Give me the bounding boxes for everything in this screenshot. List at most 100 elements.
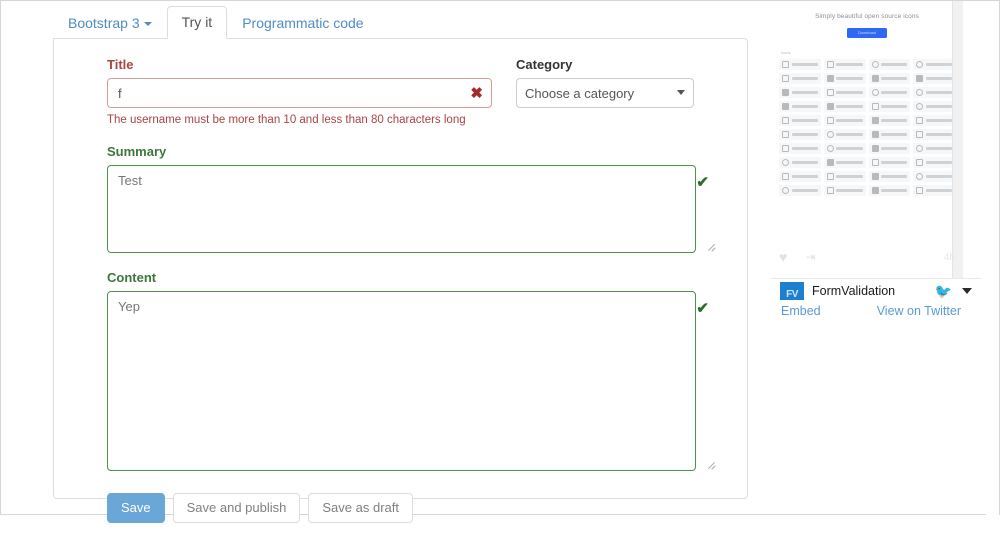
icon-label-placeholder [791,161,818,164]
icon-grid-item[interactable] [913,115,955,126]
generic-icon [871,117,879,124]
promo-download-button[interactable]: Download [847,28,887,38]
promo-scrollbar-thumb[interactable] [954,1,962,59]
resize-handle[interactable] [706,458,716,468]
twitter-account-name[interactable]: FormValidation [812,284,895,298]
generic-icon [826,103,834,110]
icon-grid-item[interactable] [868,185,911,196]
promo-tagline: Simply beautiful open source icons [815,13,919,20]
icon-grid-item[interactable] [868,157,911,168]
summary-textarea[interactable]: Test [107,165,696,253]
icon-grid-item[interactable] [779,129,821,140]
icon-grid-item[interactable] [913,59,955,70]
embed-link[interactable]: Embed [781,304,821,318]
share-icon[interactable]: ⇥ [805,251,815,263]
icon-label-placeholder [791,91,818,94]
icon-grid-item[interactable] [779,115,821,126]
tweet-action-bar: ♥ ⇥ 4h [771,244,963,270]
form-buttons: Save Save and publish Save as draft [107,493,719,523]
save-button[interactable]: Save [107,493,165,523]
icon-grid-item[interactable] [868,59,911,70]
title-input[interactable] [107,78,492,108]
icon-grid-item[interactable] [823,101,866,112]
icon-grid-item[interactable] [779,143,821,154]
icon-grid-item[interactable] [913,143,955,154]
promo-download-label: Download [858,30,876,35]
icon-grid-item[interactable] [779,171,821,182]
icon-label-placeholder [925,147,952,150]
icon-grid-item[interactable] [823,59,866,70]
icon-grid-item[interactable] [823,185,866,196]
icon-grid-item[interactable] [823,129,866,140]
avatar[interactable]: FV [780,282,804,300]
icon-label-placeholder [836,119,863,122]
icon-grid-item[interactable] [779,101,821,112]
generic-icon [826,187,834,194]
save-as-draft-button[interactable]: Save as draft [308,493,413,523]
icon-grid-item[interactable] [823,171,866,182]
view-on-twitter-link[interactable]: View on Twitter [877,304,961,318]
generic-icon [916,61,924,68]
generic-icon [916,103,924,110]
icon-label-placeholder [881,63,908,66]
icon-label-placeholder [836,77,863,80]
icon-grid-item[interactable] [868,171,911,182]
check-icon: ✔ [696,174,709,191]
icon-grid-item[interactable] [823,73,866,84]
chevron-down-icon[interactable] [962,288,972,294]
icon-label-placeholder [925,161,952,164]
icon-grid-item[interactable] [868,143,911,154]
page-scrollbar[interactable] [986,1,999,516]
generic-icon [871,145,879,152]
icon-grid-item[interactable] [823,115,866,126]
icon-grid-item[interactable] [913,73,955,84]
title-input-wrap: ✖ [107,78,492,108]
twitter-widget-header: FV FormValidation 🐦 [771,278,981,303]
resize-handle[interactable] [706,240,716,250]
icon-grid-item[interactable] [868,87,911,98]
icon-grid-item[interactable] [779,157,821,168]
generic-icon [871,75,879,82]
icon-label-placeholder [791,147,818,150]
generic-icon [871,89,879,96]
icon-label-placeholder [925,133,952,136]
tab-programmatic-code-label: Programmatic code [242,15,364,31]
icon-label-placeholder [836,189,863,192]
content-label: Content [107,270,157,285]
icon-label-placeholder [791,105,818,108]
icon-grid-item[interactable] [868,73,911,84]
icon-grid-item[interactable] [868,129,911,140]
generic-icon [871,61,879,68]
icon-grid-item[interactable] [868,115,911,126]
generic-icon [782,103,789,110]
tab-programmatic-code[interactable]: Programmatic code [227,7,378,39]
generic-icon [782,75,789,82]
heart-icon[interactable]: ♥ [779,250,787,264]
icon-grid-item[interactable] [779,59,821,70]
icon-grid-item[interactable] [779,185,821,196]
icon-label-placeholder [925,77,952,80]
icon-label-placeholder [791,189,818,192]
generic-icon [916,75,924,82]
tab-try-it[interactable]: Try it [166,6,228,39]
generic-icon [826,159,834,166]
icon-grid-item[interactable] [779,87,821,98]
category-select[interactable]: Choose a category [516,78,694,108]
icon-grid-item[interactable] [868,101,911,112]
generic-icon [871,159,879,166]
icon-grid-item[interactable] [913,185,955,196]
save-and-publish-button[interactable]: Save and publish [172,493,301,523]
icon-grid-item[interactable] [913,171,955,182]
tab-bootstrap3[interactable]: Bootstrap 3 [53,7,167,39]
icon-grid-item[interactable] [913,157,955,168]
generic-icon [916,117,924,124]
icon-grid-item[interactable] [913,129,955,140]
icon-grid-item[interactable] [823,143,866,154]
icon-grid-item[interactable] [913,87,955,98]
icon-grid-item[interactable] [779,73,821,84]
summary-input-wrap: Test ✔ [107,165,719,253]
content-textarea[interactable]: Yep [107,291,696,471]
icon-grid-item[interactable] [823,157,866,168]
icon-grid-item[interactable] [913,101,955,112]
icon-grid-item[interactable] [823,87,866,98]
